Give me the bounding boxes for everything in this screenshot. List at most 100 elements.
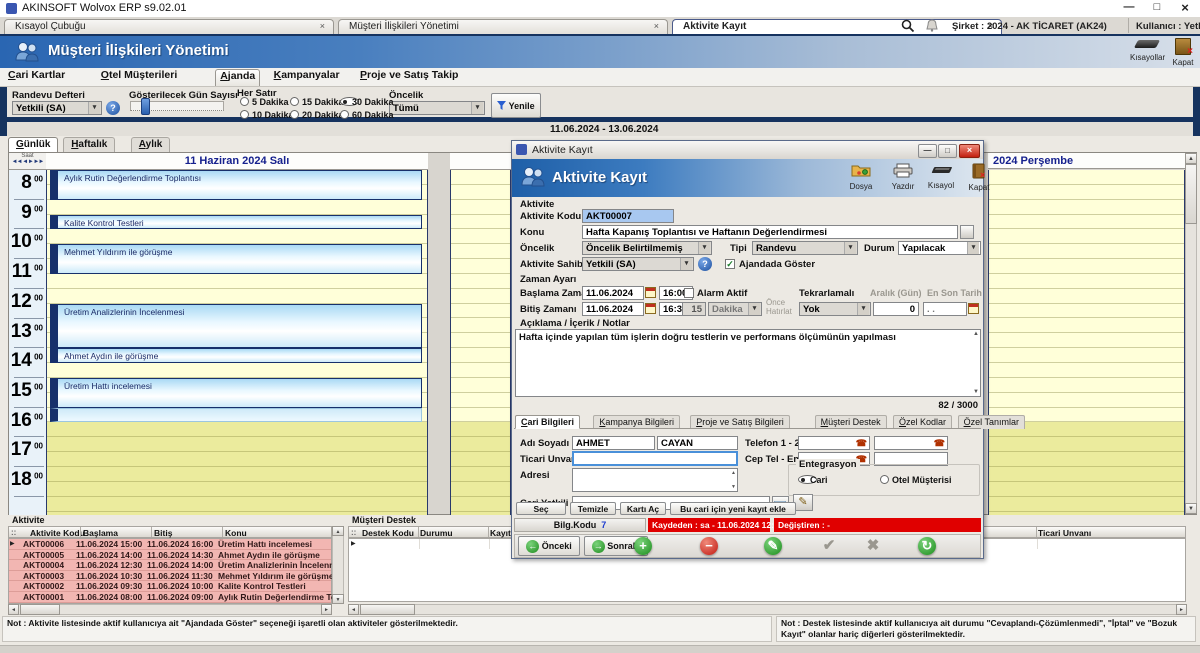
post-record-icon[interactable]: ✔	[820, 537, 838, 555]
adresi-textarea[interactable]: ▲ ▼	[572, 468, 738, 492]
time-slot[interactable]	[989, 289, 1184, 304]
scroll-down-icon[interactable]: ▼	[1185, 503, 1197, 514]
time-slot[interactable]	[47, 229, 427, 244]
time-slot[interactable]	[451, 185, 510, 200]
table-row[interactable]: ▶AKT0000611.06.2024 15:0011.06.2024 16:0…	[9, 539, 331, 550]
time-slot[interactable]	[451, 378, 510, 393]
time-slot[interactable]	[451, 452, 510, 467]
aralik-gun-input[interactable]: 0	[873, 302, 919, 316]
time-slot[interactable]	[989, 170, 1184, 185]
module-close-button[interactable]: × Kapat	[1168, 36, 1198, 66]
dialog-maximize-icon[interactable]: □	[938, 144, 957, 158]
scroll-up-icon[interactable]: ▲	[973, 331, 979, 337]
time-slot[interactable]	[451, 437, 510, 452]
hscroll-thumb[interactable]	[360, 604, 415, 615]
menu-item-otel-m-terileri[interactable]: Otel Müşterileri	[97, 69, 181, 85]
day-column-1[interactable]: Aylık Rutin Değerlendirme ToplantısıKali…	[46, 170, 428, 515]
konu-more-button[interactable]	[960, 225, 974, 239]
menu-item-cari-kartlar[interactable]: Cari Kartlar	[4, 69, 69, 85]
time-slot[interactable]	[989, 244, 1184, 259]
view-tab-haftalık[interactable]: Haftalık	[63, 137, 115, 152]
table-row[interactable]: AKT0000411.06.2024 12:3011.06.2024 14:00…	[9, 560, 331, 571]
tab-close-icon[interactable]: ×	[320, 21, 325, 31]
calendar-icon[interactable]	[645, 287, 656, 298]
calendar-event[interactable]: Ahmet Aydın ile görüşme	[50, 348, 422, 363]
time-slot[interactable]	[451, 482, 510, 497]
menu-item-ajanda[interactable]: Ajanda	[215, 69, 260, 86]
soyadi-input[interactable]: CAYAN	[657, 436, 738, 450]
button-se-[interactable]: Seç	[516, 502, 566, 515]
shortcuts-button[interactable]: Kısayollar	[1130, 36, 1163, 66]
scroll-left-icon[interactable]: ◄	[348, 604, 359, 615]
scroll-right-icon[interactable]: ►	[321, 604, 332, 615]
time-slot[interactable]	[47, 497, 427, 512]
time-slot[interactable]	[989, 467, 1184, 482]
time-slot[interactable]	[47, 289, 427, 304]
hscroll-thumb[interactable]	[20, 604, 60, 615]
time-slot[interactable]	[451, 304, 510, 319]
menu-item-kampanyalar[interactable]: Kampanyalar	[270, 69, 344, 85]
radio-60-dakika[interactable]	[340, 110, 349, 119]
bitis-date-input[interactable]: 11.06.2024	[582, 302, 644, 316]
scroll-down-icon[interactable]: ▼	[731, 484, 736, 490]
baslama-date-input[interactable]: 11.06.2024	[582, 286, 644, 300]
dialog-toolbar-dosya[interactable]: Dosya	[842, 163, 880, 195]
dialog-close-icon[interactable]: ×	[959, 144, 980, 158]
time-slot[interactable]	[451, 289, 510, 304]
column-header-4[interactable]: Ticari Unvanı	[1038, 528, 1091, 538]
time-slot[interactable]	[989, 333, 1184, 348]
time-slot[interactable]	[451, 408, 510, 423]
help-icon[interactable]: ?	[698, 257, 712, 271]
ajanda-goster-checkbox[interactable]: ✓	[725, 259, 735, 269]
tab-close-icon[interactable]: ×	[654, 21, 659, 31]
view-tab-günlük[interactable]: Günlük	[8, 137, 58, 152]
time-slot[interactable]	[451, 259, 510, 274]
time-slot[interactable]	[451, 422, 510, 437]
time-slot[interactable]	[989, 378, 1184, 393]
dialog-tab-proje-ve-sat-bilgileri[interactable]: Proje ve Satış Bilgileri	[690, 415, 790, 429]
delete-record-icon[interactable]: −	[700, 537, 718, 555]
calendar-icon[interactable]	[968, 303, 979, 314]
calendar-icon[interactable]	[645, 303, 656, 314]
button-temizle[interactable]: Temizle	[570, 502, 616, 515]
time-slot[interactable]	[451, 215, 510, 230]
calendar-event[interactable]: Üretim Analizlerinin İncelenmesi	[50, 304, 422, 349]
time-slot[interactable]	[47, 467, 427, 482]
scroll-right-icon[interactable]: ►	[1176, 604, 1187, 615]
time-slot[interactable]	[451, 393, 510, 408]
time-slot[interactable]	[989, 437, 1184, 452]
calendar-event[interactable]: Aylık Rutin Değerlendirme Toplantısı	[50, 170, 422, 200]
konu-input[interactable]: Hafta Kapanış Toplantısı ve Haftanın Değ…	[582, 225, 958, 239]
time-slot[interactable]	[989, 304, 1184, 319]
time-slot[interactable]	[989, 452, 1184, 467]
calendar-event-new[interactable]	[50, 408, 422, 423]
calendar-nav-arrows[interactable]: ◄◄ ◄ ► ►►	[9, 159, 46, 165]
time-slot[interactable]	[451, 467, 510, 482]
tekrarlamali-select[interactable]: Yok▾	[799, 302, 871, 316]
add-record-icon[interactable]: +	[634, 537, 652, 555]
scroll-up-icon[interactable]: ▲	[1185, 153, 1197, 164]
help-icon[interactable]: ?	[106, 101, 120, 115]
bell-icon[interactable]	[926, 19, 938, 32]
time-slot[interactable]	[451, 348, 510, 363]
aktivite-kodu-input[interactable]: AKT00007	[582, 209, 674, 223]
column-header-2[interactable]: Başlama	[83, 528, 118, 538]
refresh-button[interactable]: Yenile	[491, 93, 541, 118]
search-icon[interactable]	[901, 19, 915, 33]
button-kart-a-[interactable]: Kartı Aç	[620, 502, 666, 515]
time-slot[interactable]	[451, 200, 510, 215]
day-column-2[interactable]	[450, 170, 511, 515]
refresh-record-icon[interactable]: ↻	[918, 537, 936, 555]
time-slot[interactable]	[451, 244, 510, 259]
window-maximize-icon[interactable]: □	[1146, 1, 1168, 16]
time-slot[interactable]	[989, 348, 1184, 363]
table-row[interactable]: AKT0000111.06.2024 08:0011.06.2024 09:00…	[9, 592, 331, 603]
cancel-record-icon[interactable]: ✖	[864, 537, 882, 555]
button-bu-cari-i-in-yeni-kay-t-ekle[interactable]: Bu cari için yeni kayıt ekle	[670, 502, 796, 515]
dialog-toolbar-kapat[interactable]: ×Kapat	[960, 163, 998, 195]
time-slot[interactable]	[47, 363, 427, 378]
time-slot[interactable]	[47, 452, 427, 467]
drag-handle-icon[interactable]: ::	[11, 528, 16, 537]
radio-15-dakika[interactable]	[290, 97, 299, 106]
dialog-tab-m-teri-destek[interactable]: Müşteri Destek	[815, 415, 887, 429]
